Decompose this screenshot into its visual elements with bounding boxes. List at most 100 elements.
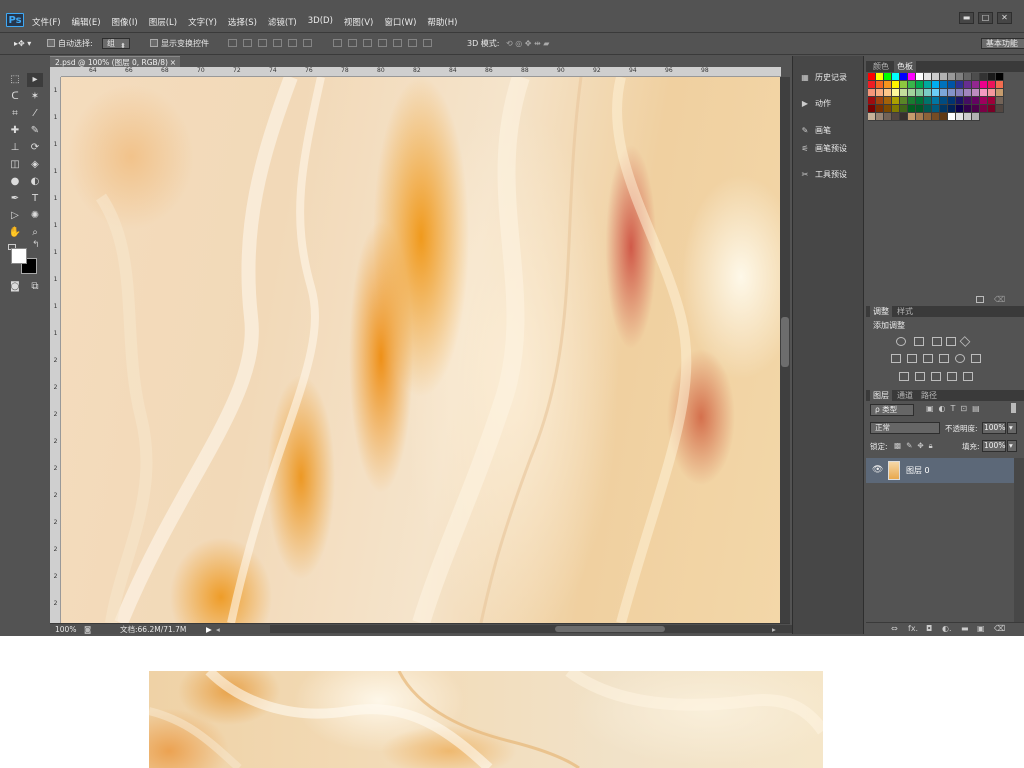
color-swatch[interactable] — [948, 89, 956, 97]
color-swatch[interactable] — [964, 105, 972, 113]
fill-input[interactable]: 100% — [982, 440, 1006, 452]
color-swatch[interactable] — [964, 81, 972, 89]
color-swatch[interactable] — [972, 89, 980, 97]
vertical-scroll-thumb[interactable] — [781, 317, 789, 367]
align-hcenter-icon[interactable] — [288, 39, 297, 47]
color-swatch[interactable] — [884, 105, 892, 113]
color-swatch[interactable] — [980, 97, 988, 105]
color-swatch[interactable] — [876, 89, 884, 97]
color-swatch[interactable] — [908, 105, 916, 113]
vibrance-icon[interactable] — [959, 336, 971, 347]
panel-actions[interactable]: ▶ 动作 — [799, 98, 831, 109]
workspace-dropdown[interactable]: 基本功能 — [980, 38, 1024, 49]
tab-channels[interactable]: 通道 — [894, 390, 916, 401]
photo-filter-icon[interactable] — [939, 354, 949, 363]
color-swatch[interactable] — [972, 113, 980, 121]
color-swatch[interactable] — [956, 97, 964, 105]
color-swatch[interactable] — [924, 105, 932, 113]
color-swatch[interactable] — [900, 105, 908, 113]
tab-paths[interactable]: 路径 — [918, 390, 940, 401]
show-transform-checkbox[interactable]: 显示变换控件 — [150, 37, 209, 51]
channel-mixer-icon[interactable] — [955, 354, 965, 363]
status-options-icon[interactable]: ◙ — [84, 624, 91, 635]
color-lookup-icon[interactable] — [971, 354, 981, 363]
color-swatch[interactable] — [924, 73, 932, 81]
menu-image[interactable]: 图像(I) — [112, 16, 138, 28]
color-swatch[interactable] — [996, 89, 1004, 97]
swap-colors-icon[interactable]: ↰ — [32, 240, 40, 250]
magic-wand-tool-icon[interactable]: ✶ — [27, 90, 43, 104]
color-swatch[interactable] — [956, 81, 964, 89]
distribute-bottom-icon[interactable] — [363, 39, 372, 47]
swatches-grid[interactable] — [868, 73, 1008, 121]
color-swatch[interactable] — [948, 81, 956, 89]
scroll-left-icon[interactable]: ◂ — [216, 624, 220, 635]
tab-styles[interactable]: 样式 — [894, 306, 916, 317]
distribute-buttons[interactable] — [333, 37, 438, 51]
color-swatch[interactable] — [972, 97, 980, 105]
fill-slider-toggle[interactable]: ▾ — [1007, 440, 1017, 452]
move-tool-icon[interactable]: ▸ — [27, 73, 43, 87]
color-swatch[interactable] — [868, 113, 876, 121]
tab-color[interactable]: 颜色 — [870, 61, 892, 72]
3d-mode-icons[interactable]: ⟲ ◎ ✥ ⇹ ▰ — [506, 37, 549, 51]
color-swatch[interactable] — [916, 81, 924, 89]
vertical-scrollbar[interactable] — [780, 77, 790, 623]
distribute-top-icon[interactable] — [333, 39, 342, 47]
color-swatch[interactable] — [948, 97, 956, 105]
color-swatch[interactable] — [980, 105, 988, 113]
color-swatch[interactable] — [892, 73, 900, 81]
distribute-vcenter-icon[interactable] — [348, 39, 357, 47]
color-swatch[interactable] — [988, 73, 996, 81]
color-swatch[interactable] — [932, 73, 940, 81]
color-swatch[interactable] — [916, 105, 924, 113]
status-menu-arrow-icon[interactable]: ▶ — [206, 624, 212, 635]
gradient-map-icon[interactable] — [947, 372, 957, 381]
posterize-icon[interactable] — [915, 372, 925, 381]
menu-help[interactable]: 帮助(H) — [427, 16, 457, 28]
color-swatch[interactable] — [868, 105, 876, 113]
color-swatch[interactable] — [940, 89, 948, 97]
color-swatch[interactable] — [940, 81, 948, 89]
type-tool-icon[interactable]: T — [27, 192, 43, 206]
new-layer-icon[interactable]: ▣ — [977, 624, 985, 633]
healing-brush-tool-icon[interactable]: ✚ — [7, 124, 23, 138]
menu-window[interactable]: 窗口(W) — [384, 16, 416, 28]
color-swatch[interactable] — [924, 113, 932, 121]
layer-row[interactable]: 👁︎ 图层 0 — [866, 458, 1014, 483]
color-swatch[interactable] — [884, 113, 892, 121]
selective-color-icon[interactable] — [963, 372, 973, 381]
shape-tool-icon[interactable]: ✺ — [27, 209, 43, 223]
color-swatch[interactable] — [884, 97, 892, 105]
crop-tool-icon[interactable]: ⌗ — [7, 107, 23, 121]
panel-tool-presets[interactable]: ✂ 工具预设 — [799, 169, 847, 180]
blend-mode-dropdown[interactable]: 正常 — [870, 422, 940, 434]
color-swatch[interactable] — [932, 97, 940, 105]
auto-select-checkbox[interactable]: 自动选择: — [47, 37, 93, 51]
auto-align-icon[interactable] — [423, 39, 432, 47]
color-swatch[interactable] — [916, 113, 924, 121]
zoom-tool-icon[interactable]: ⌕ — [27, 226, 43, 240]
opacity-input[interactable]: 100% — [982, 422, 1006, 434]
color-swatch[interactable] — [932, 113, 940, 121]
black-white-icon[interactable] — [923, 354, 933, 363]
curves-icon[interactable] — [932, 337, 942, 346]
color-swatch[interactable] — [868, 89, 876, 97]
visibility-eye-icon[interactable]: 👁︎ — [872, 465, 883, 475]
color-swatch[interactable] — [996, 73, 1004, 81]
delete-swatch-icon[interactable]: ⌫ — [994, 295, 1005, 304]
color-swatch[interactable] — [900, 97, 908, 105]
distribute-right-icon[interactable] — [408, 39, 417, 47]
color-swatch[interactable] — [980, 73, 988, 81]
color-swatch[interactable] — [924, 81, 932, 89]
add-mask-icon[interactable]: ◘ — [926, 624, 932, 633]
lock-icons[interactable]: ▩✎✥🔒︎ — [894, 441, 938, 451]
marquee-tool-icon[interactable]: ⬚ — [7, 73, 23, 87]
distribute-hcenter-icon[interactable] — [393, 39, 402, 47]
align-buttons[interactable] — [228, 37, 318, 51]
color-swatch[interactable] — [868, 97, 876, 105]
menu-3d[interactable]: 3D(D) — [308, 16, 333, 28]
exposure-icon[interactable] — [946, 337, 956, 346]
color-swatch[interactable] — [980, 89, 988, 97]
color-swatch[interactable] — [932, 105, 940, 113]
